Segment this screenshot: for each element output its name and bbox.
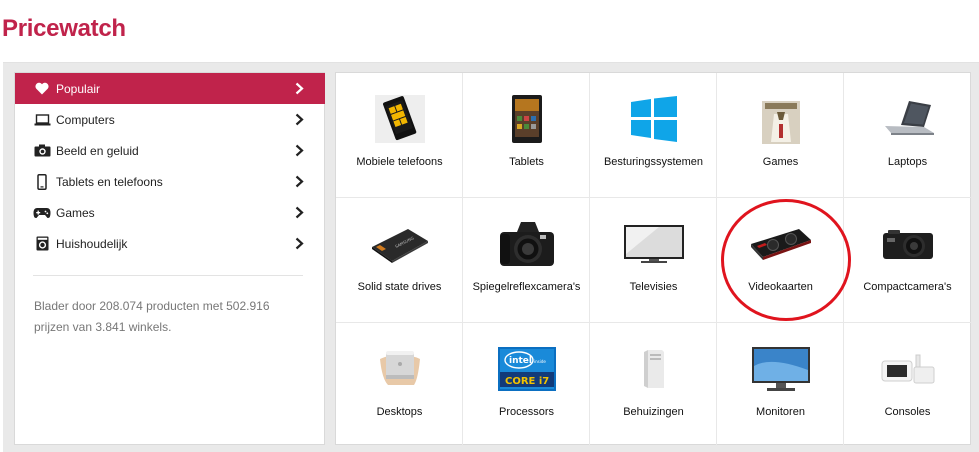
sidebar-item-label: Beeld en geluid xyxy=(56,143,139,158)
sidebar-item-label: Computers xyxy=(56,112,115,127)
category-label: Televisies xyxy=(629,281,678,293)
sidebar-item-computers[interactable]: Computers xyxy=(15,104,325,135)
category-tile-behuizingen[interactable]: Behuizingen xyxy=(590,323,717,448)
tablet-icon xyxy=(463,91,590,147)
category-label: Laptops xyxy=(887,156,928,168)
category-tile-games[interactable]: Games xyxy=(717,73,844,198)
category-tile-compactcameras[interactable]: Compactcamera's xyxy=(844,198,971,323)
category-label: Besturingssystemen xyxy=(603,156,704,168)
monitor-icon xyxy=(717,341,844,397)
category-tile-televisies[interactable]: Televisies xyxy=(590,198,717,323)
category-tile-spiegelreflexcameras[interactable]: Spiegelreflexcamera's xyxy=(463,198,590,323)
sidebar-item-label: Huishoudelijk xyxy=(56,236,128,251)
compact-camera-icon xyxy=(844,216,971,272)
category-tile-processors[interactable]: intel inside CORE i7 Processors xyxy=(463,323,590,448)
category-label: Games xyxy=(762,156,799,168)
mobile-phone-icon xyxy=(336,91,463,147)
category-tile-consoles[interactable]: Consoles xyxy=(844,323,971,448)
category-label: Monitoren xyxy=(756,406,805,418)
chevron-right-icon xyxy=(287,175,311,188)
category-label: Mobiele telefoons xyxy=(356,156,443,168)
category-tile-monitoren[interactable]: Monitoren xyxy=(717,323,844,448)
sidebar-item-tablets-en-telefoons[interactable]: Tablets en telefoons xyxy=(15,166,325,197)
ssd-icon: SAMSUNG xyxy=(336,216,463,272)
category-tile-besturingssystemen[interactable]: Besturingssystemen xyxy=(590,73,717,198)
category-label: Consoles xyxy=(884,406,931,418)
svg-text:CORE i7: CORE i7 xyxy=(505,376,549,387)
category-label: Solid state drives xyxy=(357,281,442,293)
washing-machine-icon xyxy=(33,236,51,252)
dslr-camera-icon xyxy=(463,216,590,272)
sidebar-item-label: Games xyxy=(56,205,95,220)
game-box-icon xyxy=(717,91,844,147)
laptop-icon xyxy=(844,91,971,147)
chevron-right-icon xyxy=(287,113,311,126)
chevron-right-icon xyxy=(287,82,311,95)
category-label: Desktops xyxy=(376,406,423,418)
chevron-right-icon xyxy=(287,206,311,219)
cpu-badge-icon: intel inside CORE i7 xyxy=(463,341,590,397)
chevron-right-icon xyxy=(287,144,311,157)
category-label: Compactcamera's xyxy=(863,281,952,293)
category-label: Videokaarten xyxy=(748,281,813,293)
sidebar-item-label: Tablets en telefoons xyxy=(56,174,163,189)
category-tile-laptops[interactable]: Laptops xyxy=(844,73,971,198)
heart-icon xyxy=(33,81,51,97)
category-sidebar: Populair Computers Beeld en geluid Table… xyxy=(14,72,325,445)
television-icon xyxy=(590,216,717,272)
category-tile-tablets[interactable]: Tablets xyxy=(463,73,590,198)
gamepad-icon xyxy=(33,205,51,221)
category-label: Behuizingen xyxy=(623,406,684,418)
sidebar-item-games[interactable]: Games xyxy=(15,197,325,228)
sidebar-item-huishoudelijk[interactable]: Huishoudelijk xyxy=(15,228,325,259)
category-grid: Mobiele telefoons Tablets Besturingssyst… xyxy=(335,72,972,448)
chevron-right-icon xyxy=(287,237,311,250)
pc-case-icon xyxy=(590,341,717,397)
svg-text:inside: inside xyxy=(534,359,546,364)
category-tile-videokaarten[interactable]: Videokaarten xyxy=(717,198,844,323)
sidebar-item-label: Populair xyxy=(56,81,101,96)
category-label: Processors xyxy=(498,406,555,418)
category-label: Spiegelreflexcamera's xyxy=(472,281,581,293)
category-tile-desktops[interactable]: Desktops xyxy=(336,323,463,448)
laptop-icon xyxy=(33,112,51,128)
category-label: Tablets xyxy=(509,156,544,168)
category-tile-solid-state-drives[interactable]: SAMSUNG Solid state drives xyxy=(336,198,463,323)
graphics-card-icon xyxy=(717,216,844,272)
camera-icon xyxy=(33,143,51,159)
svg-text:intel: intel xyxy=(509,356,532,366)
category-tile-mobiele-telefoons[interactable]: Mobiele telefoons xyxy=(336,73,463,198)
windows-logo-icon xyxy=(590,91,717,147)
sidebar-divider xyxy=(33,275,303,276)
catalog-stats-text: Blader door 208.074 producten met 502.91… xyxy=(34,299,270,334)
desktop-icon xyxy=(336,341,463,397)
phone-icon xyxy=(33,173,51,190)
console-icon xyxy=(844,341,971,397)
sidebar-item-populair[interactable]: Populair xyxy=(15,73,325,104)
sidebar-item-beeld-en-geluid[interactable]: Beeld en geluid xyxy=(15,135,325,166)
page-title: Pricewatch xyxy=(2,15,126,42)
